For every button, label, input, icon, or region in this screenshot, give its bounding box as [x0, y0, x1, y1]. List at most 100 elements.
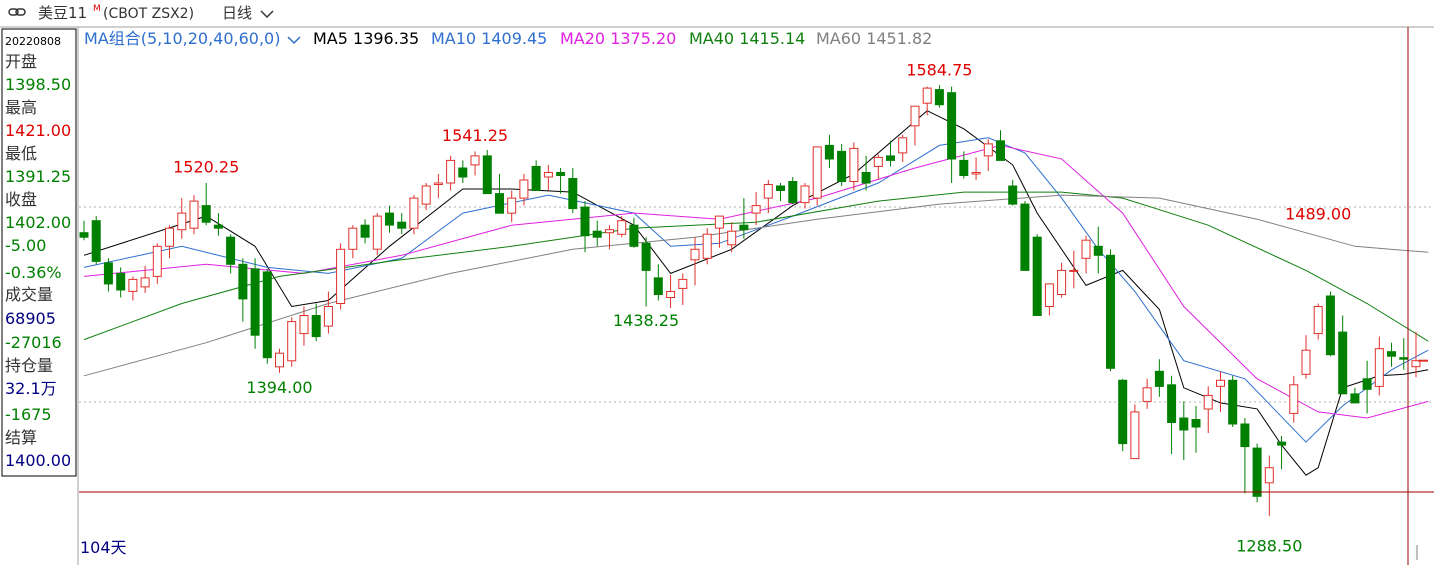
- candlestick[interactable]: [79, 220, 89, 241]
- candlestick[interactable]: [1081, 235, 1091, 274]
- candlestick[interactable]: [1362, 360, 1372, 414]
- candlestick[interactable]: [226, 234, 236, 274]
- period-selector[interactable]: 日线: [222, 4, 252, 22]
- candlestick[interactable]: [641, 237, 651, 307]
- candlestick[interactable]: [1289, 375, 1299, 423]
- candlestick[interactable]: [262, 268, 272, 364]
- candlestick[interactable]: [1374, 336, 1384, 396]
- candlestick[interactable]: [1228, 375, 1238, 427]
- candlestick[interactable]: [556, 168, 566, 194]
- candlestick[interactable]: [1338, 315, 1348, 395]
- candlestick[interactable]: [996, 130, 1005, 161]
- candlestick[interactable]: [824, 134, 834, 168]
- candlestick[interactable]: [165, 225, 174, 259]
- candlestick[interactable]: [678, 273, 688, 305]
- candlestick[interactable]: [433, 174, 443, 199]
- candlestick[interactable]: [385, 205, 394, 233]
- candlestick[interactable]: [666, 274, 676, 308]
- candlestick[interactable]: [1154, 359, 1164, 397]
- candlestick[interactable]: [800, 183, 810, 209]
- candlestick[interactable]: [177, 198, 187, 239]
- candlestick[interactable]: [1118, 378, 1128, 452]
- candlestick[interactable]: [592, 220, 602, 247]
- candlestick[interactable]: [1387, 342, 1396, 367]
- candlestick[interactable]: [1350, 387, 1360, 404]
- candlestick[interactable]: [702, 228, 712, 265]
- candlestick[interactable]: [910, 105, 920, 146]
- candlestick[interactable]: [739, 198, 749, 239]
- candlestick[interactable]: [653, 264, 663, 301]
- candlestick[interactable]: [421, 183, 431, 211]
- candlestick[interactable]: [201, 183, 211, 226]
- candlestick[interactable]: [947, 86, 957, 183]
- candlestick[interactable]: [1130, 404, 1140, 460]
- candlestick[interactable]: [1301, 335, 1311, 379]
- candlestick[interactable]: [837, 143, 847, 186]
- period-chevron-down-icon[interactable]: [260, 10, 274, 19]
- candlestick[interactable]: [348, 225, 358, 259]
- candlestick[interactable]: [152, 243, 162, 284]
- candlestick[interactable]: [1093, 226, 1103, 274]
- candlestick[interactable]: [360, 219, 370, 244]
- candlestick[interactable]: [1057, 262, 1067, 298]
- candlestick[interactable]: [1191, 405, 1201, 453]
- candlestick[interactable]: [873, 154, 883, 180]
- candlestick[interactable]: [311, 303, 321, 342]
- candlestick[interactable]: [189, 195, 199, 235]
- candlestick[interactable]: [495, 174, 504, 214]
- candlestick[interactable]: [1142, 378, 1152, 409]
- ma-group-chevron-down-icon[interactable]: [287, 36, 301, 45]
- candlestick[interactable]: [1252, 443, 1262, 503]
- candlestick[interactable]: [580, 201, 590, 253]
- candlestick[interactable]: [458, 160, 468, 183]
- candlestick[interactable]: [1325, 291, 1335, 357]
- candlestick[interactable]: [238, 258, 248, 322]
- candlestick[interactable]: [1032, 234, 1042, 316]
- candlestick[interactable]: [482, 149, 492, 195]
- candlestick[interactable]: [812, 146, 822, 206]
- candlestick[interactable]: [751, 192, 761, 226]
- candlestick[interactable]: [849, 142, 859, 191]
- candlestick[interactable]: [1044, 283, 1054, 316]
- candlestick[interactable]: [128, 276, 138, 301]
- candlestick[interactable]: [275, 348, 284, 373]
- candlestick[interactable]: [103, 258, 113, 292]
- candlestick[interactable]: [788, 177, 798, 205]
- candlestick[interactable]: [372, 213, 382, 256]
- candlestick[interactable]: [776, 183, 785, 202]
- candlestick[interactable]: [922, 86, 932, 116]
- candlestick[interactable]: [1069, 250, 1079, 289]
- candlestick[interactable]: [1106, 249, 1115, 372]
- candlestick[interactable]: [91, 216, 101, 265]
- candlestick[interactable]: [1313, 303, 1323, 340]
- ma-group-selector[interactable]: MA组合(5,10,20,40,60,0): [84, 29, 280, 48]
- candlestick[interactable]: [507, 190, 517, 223]
- candlestick[interactable]: [446, 155, 456, 191]
- candlestick[interactable]: [397, 213, 407, 235]
- candlestick[interactable]: [1008, 180, 1018, 206]
- candlestick[interactable]: [287, 317, 297, 367]
- candlestick[interactable]: [934, 85, 944, 108]
- candlestick[interactable]: [250, 258, 260, 349]
- candlestick[interactable]: [531, 160, 541, 191]
- candlestick[interactable]: [1216, 371, 1225, 412]
- candlestick[interactable]: [470, 151, 480, 176]
- candlestick[interactable]: [971, 157, 981, 180]
- candlestick[interactable]: [898, 134, 908, 162]
- candlestick[interactable]: [1179, 401, 1189, 461]
- candlestick[interactable]: [116, 267, 126, 298]
- candlestick[interactable]: [568, 168, 578, 214]
- candlestick[interactable]: [1264, 455, 1274, 516]
- candlestick[interactable]: [983, 139, 993, 171]
- candlestick[interactable]: [1203, 386, 1213, 433]
- candlestick[interactable]: [1020, 201, 1030, 271]
- candlestick[interactable]: [409, 195, 419, 235]
- price-chart[interactable]: 美豆11 M (CBOT ZSX2) 日线 20220808 开盘 1398.5…: [0, 0, 1434, 565]
- candlestick[interactable]: [617, 216, 627, 238]
- candlestick[interactable]: [213, 213, 223, 236]
- candlestick[interactable]: [336, 243, 346, 310]
- candlestick[interactable]: [1167, 375, 1177, 455]
- candlestick[interactable]: [543, 164, 553, 191]
- link-icon[interactable]: [8, 8, 26, 16]
- candlestick[interactable]: [1240, 418, 1250, 494]
